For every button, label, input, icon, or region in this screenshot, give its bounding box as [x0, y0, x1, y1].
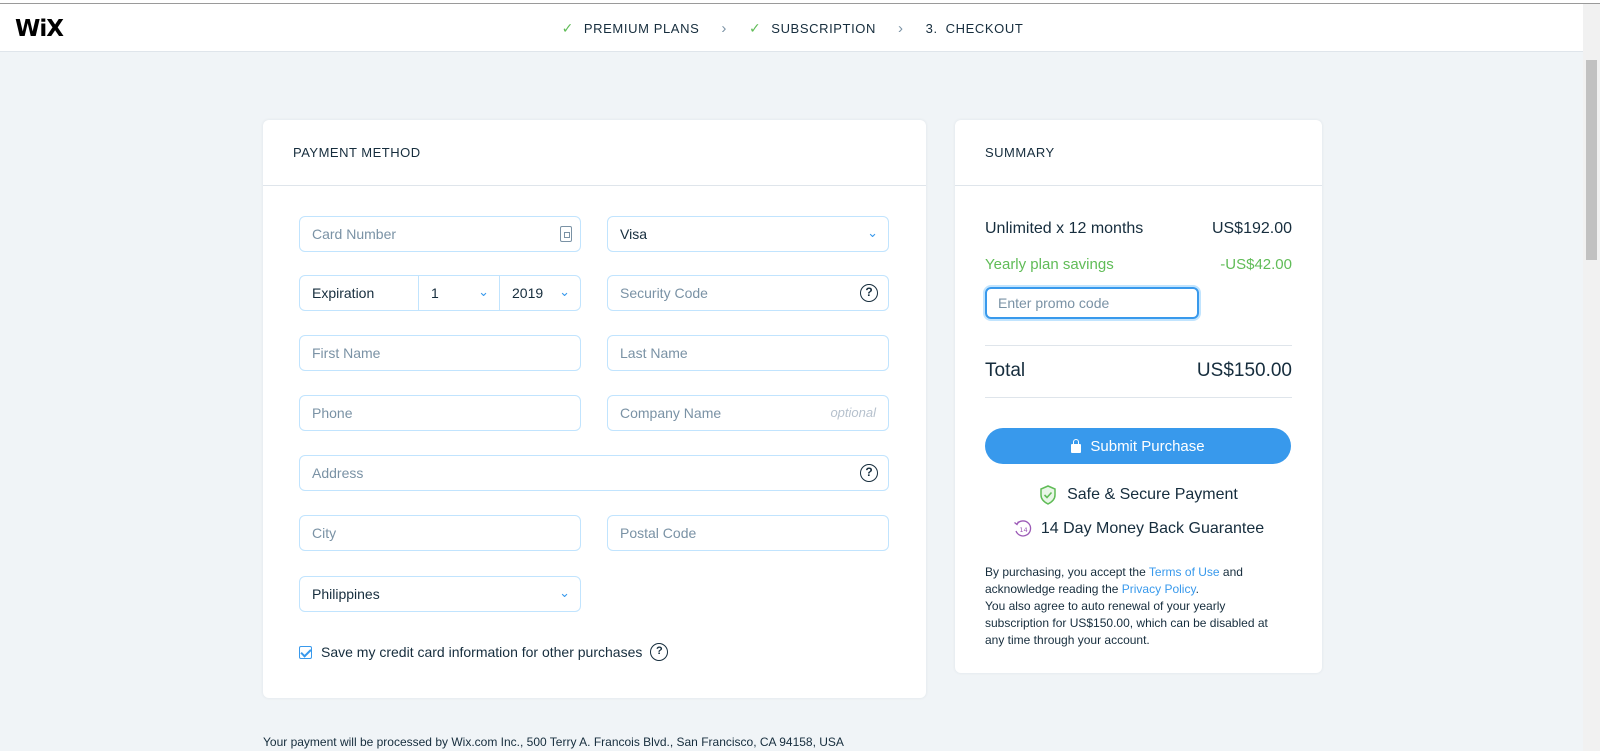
expiration-group: Expiration 1 ⌄ 2019 ⌄	[299, 275, 581, 311]
card-type-select[interactable]: Visa ⌄	[607, 216, 889, 252]
payment-method-card: PAYMENT METHOD Visa ⌄ Expiration 1 ⌄ 201…	[263, 120, 926, 698]
step-checkout: 3. CHECKOUT	[926, 21, 1024, 36]
summary-card: SUMMARY Unlimited x 12 months US$192.00 …	[955, 120, 1322, 673]
help-icon[interactable]: ?	[860, 284, 878, 302]
step-label: PREMIUM PLANS	[583, 20, 700, 36]
savings-row: Yearly plan savings -US$42.00	[985, 256, 1292, 273]
expiration-year-select[interactable]: 2019 ⌄	[500, 276, 580, 310]
security-code-field[interactable]: ?	[607, 275, 889, 311]
country-value: Philippines	[312, 586, 380, 602]
chevron-right-icon: ›	[721, 19, 727, 37]
card-number-field[interactable]	[299, 216, 581, 252]
save-card-row: Save my credit card information for othe…	[299, 643, 669, 661]
card-type-value: Visa	[620, 226, 647, 242]
phone-field[interactable]	[299, 395, 581, 431]
processor-footer: Your payment will be processed by Wix.co…	[263, 735, 844, 749]
legal-text: By purchasing, you accept the Terms of U…	[985, 564, 1285, 649]
auto-renewal-text: You also agree to auto renewal of your y…	[985, 599, 1268, 647]
save-card-checkbox[interactable]	[299, 645, 312, 659]
last-name-input[interactable]	[620, 345, 888, 361]
total-amount: US$150.00	[1196, 360, 1292, 381]
scrollbar-thumb[interactable]	[1586, 60, 1597, 260]
savings-amount: -US$42.00	[1220, 256, 1292, 273]
line-item-label: Unlimited x 12 months	[985, 220, 1144, 237]
privacy-policy-link[interactable]: Privacy Policy	[1122, 582, 1196, 596]
step-label: CHECKOUT	[945, 20, 1024, 36]
step-number: 3.	[925, 20, 938, 36]
address-field[interactable]: ?	[299, 455, 889, 491]
save-card-label[interactable]: Save my credit card information for othe…	[321, 644, 642, 660]
chevron-down-icon: ⌄	[559, 284, 570, 299]
legal-text-part: By purchasing, you accept the	[985, 565, 1149, 579]
check-icon: ✓	[748, 19, 762, 36]
shield-check-icon	[1040, 485, 1056, 505]
secure-payment-badge: Safe & Secure Payment	[955, 485, 1322, 505]
help-icon[interactable]: ?	[860, 464, 878, 482]
city-input[interactable]	[312, 525, 580, 541]
check-icon: ✓	[561, 19, 574, 36]
lock-icon	[1071, 438, 1082, 453]
company-name-field[interactable]: optional	[607, 395, 889, 431]
divider	[985, 397, 1292, 398]
money-back-days: 14	[1019, 526, 1027, 534]
chevron-down-icon: ⌄	[559, 585, 570, 600]
promo-code-input[interactable]	[998, 295, 1197, 311]
expiration-label: Expiration	[300, 276, 419, 310]
help-icon[interactable]: ?	[650, 643, 669, 661]
submit-label: Submit Purchase	[1090, 437, 1205, 455]
first-name-input[interactable]	[312, 345, 580, 361]
address-input[interactable]	[312, 465, 888, 481]
card-number-input[interactable]	[312, 226, 580, 242]
summary-title: SUMMARY	[955, 120, 1322, 186]
expiration-month-select[interactable]: 1 ⌄	[419, 276, 500, 310]
step-label: SUBSCRIPTION	[771, 20, 877, 36]
postal-code-field[interactable]	[607, 515, 889, 551]
submit-purchase-button[interactable]: Submit Purchase	[985, 428, 1291, 464]
postal-code-input[interactable]	[620, 525, 888, 541]
security-code-input[interactable]	[620, 285, 888, 301]
expiration-month-value: 1	[431, 285, 439, 301]
top-header: WiX ✓ PREMIUM PLANS › ✓ SUBSCRIPTION › 3…	[0, 4, 1585, 52]
money-back-label: 14 Day Money Back Guarantee	[1040, 520, 1265, 537]
line-item-price: US$192.00	[1211, 220, 1292, 237]
terms-of-use-link[interactable]: Terms of Use	[1149, 565, 1220, 579]
step-subscription[interactable]: ✓ SUBSCRIPTION	[749, 20, 876, 37]
savings-label: Yearly plan savings	[985, 256, 1114, 273]
promo-code-field[interactable]	[985, 287, 1199, 319]
last-name-field[interactable]	[607, 335, 889, 371]
phone-input[interactable]	[312, 405, 580, 421]
country-select[interactable]: Philippines ⌄	[299, 576, 581, 612]
money-back-badge: 14 14 Day Money Back Guarantee	[955, 519, 1322, 539]
optional-label: optional	[830, 405, 876, 420]
divider	[985, 345, 1292, 346]
step-premium-plans[interactable]: ✓ PREMIUM PLANS	[562, 20, 700, 37]
secure-payment-label: Safe & Secure Payment	[1067, 486, 1238, 503]
chevron-down-icon: ⌄	[478, 284, 489, 299]
page-scrollbar[interactable]	[1583, 4, 1600, 751]
total-label: Total	[985, 360, 1026, 381]
first-name-field[interactable]	[299, 335, 581, 371]
expiration-year-value: 2019	[512, 285, 544, 301]
payment-method-title: PAYMENT METHOD	[263, 120, 926, 186]
credit-card-icon	[560, 226, 572, 242]
legal-text-part: .	[1195, 582, 1199, 596]
total-row: Total US$150.00	[985, 360, 1292, 382]
line-item-row: Unlimited x 12 months US$192.00	[985, 220, 1292, 238]
chevron-down-icon: ⌄	[867, 225, 878, 240]
chevron-right-icon: ›	[898, 19, 904, 37]
city-field[interactable]	[299, 515, 581, 551]
money-back-icon: 14	[1013, 520, 1031, 537]
checkout-steps: ✓ PREMIUM PLANS › ✓ SUBSCRIPTION › 3. CH…	[0, 4, 1585, 52]
